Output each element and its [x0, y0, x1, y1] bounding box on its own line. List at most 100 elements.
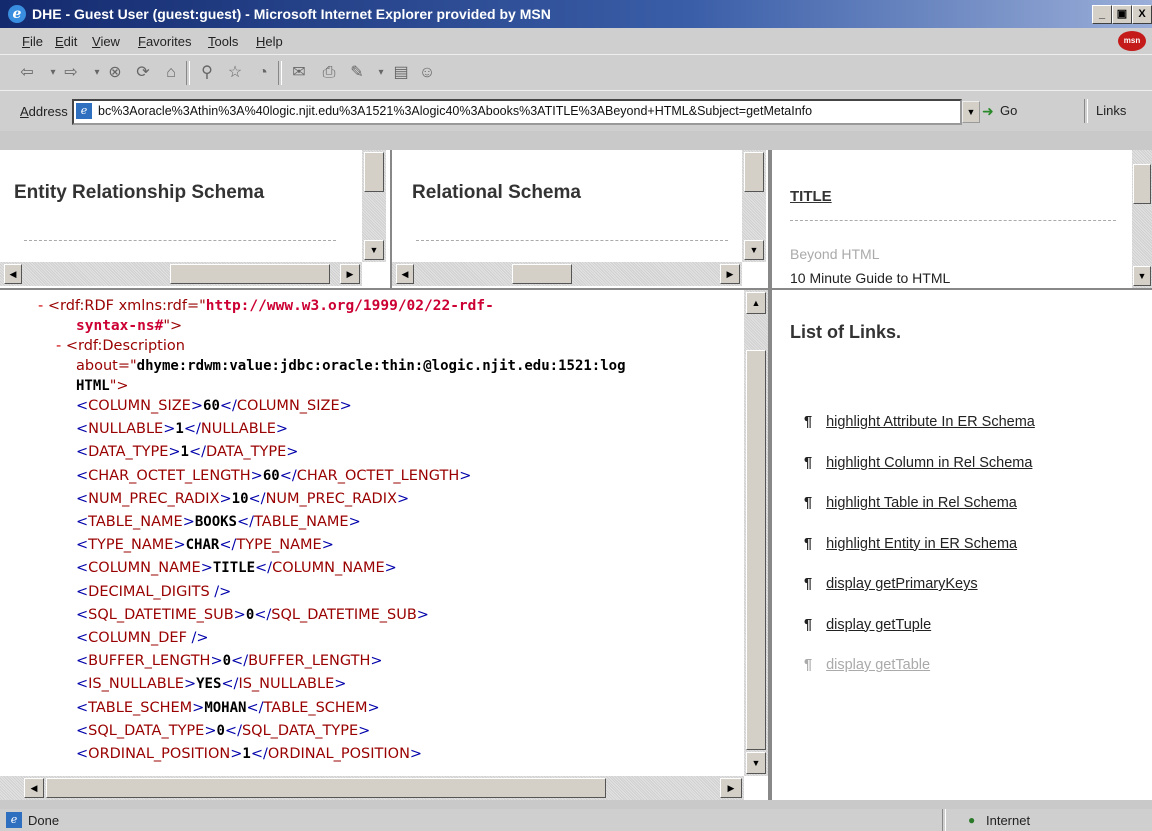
xml-bracket: </: [246, 699, 264, 716]
xml-bracket: </: [231, 653, 249, 670]
xml-bracket: >: [219, 490, 232, 507]
messenger-icon[interactable]: ☺: [416, 63, 438, 83]
scroll-down-button[interactable]: ▼: [746, 752, 766, 774]
scroll-up-button[interactable]: ▲: [746, 292, 766, 314]
xml-tag-name: DECIMAL_DIGITS: [88, 583, 210, 600]
scroll-left-button[interactable]: ◀: [24, 778, 44, 798]
link-text[interactable]: highlight Attribute In ER Schema: [826, 414, 1035, 430]
horizontal-scrollbar[interactable]: ◀ ▶: [392, 262, 742, 286]
xml-value: BOOKS: [194, 514, 237, 530]
link-text[interactable]: display getTable: [826, 657, 930, 673]
scroll-thumb[interactable]: [744, 152, 764, 192]
go-button[interactable]: Go: [1000, 103, 1017, 118]
forward-arrow-icon[interactable]: ⇨: [60, 63, 82, 83]
history-icon[interactable]: ◔: [252, 63, 274, 83]
address-url[interactable]: bc%3Aoracle%3Athin%3A%40logic.njit.edu%3…: [98, 104, 812, 118]
xml-bracket: <: [76, 444, 89, 461]
vertical-scrollbar[interactable]: ▼: [1132, 150, 1152, 288]
address-label: Address: [20, 104, 68, 119]
collapse-toggle[interactable]: -: [56, 338, 66, 354]
link-item[interactable]: ¶ highlight Table in Rel Schema: [804, 495, 1017, 511]
pilcrow-icon: ¶: [804, 576, 813, 592]
link-text[interactable]: highlight Entity in ER Schema: [826, 536, 1017, 552]
links-button[interactable]: Links: [1096, 103, 1126, 118]
address-input[interactable]: e bc%3Aoracle%3Athin%3A%40logic.njit.edu…: [72, 99, 962, 125]
data-value[interactable]: 10 Minute Guide to HTML: [790, 270, 950, 286]
security-zone: Internet: [986, 813, 1031, 828]
menu-tools[interactable]: Tools: [208, 34, 238, 49]
er-schema-frame: Entity Relationship Schema ▼ ◀ ▶: [0, 150, 392, 290]
scroll-thumb[interactable]: [170, 264, 330, 284]
print-icon[interactable]: ⎙: [318, 63, 340, 83]
menu-favorites[interactable]: Favorites: [138, 34, 191, 49]
xml-attr: about=": [76, 358, 137, 374]
home-icon[interactable]: ⌂: [160, 63, 182, 83]
collapse-toggle[interactable]: -: [38, 298, 48, 314]
menu-edit[interactable]: Edit: [55, 34, 77, 49]
link-item[interactable]: ¶ display getTable: [804, 657, 930, 673]
stop-icon[interactable]: ⊗: [104, 63, 126, 83]
pilcrow-icon: ¶: [804, 657, 813, 673]
favorites-icon[interactable]: ☆: [224, 63, 246, 83]
scroll-thumb[interactable]: [746, 350, 766, 750]
link-item[interactable]: ¶ highlight Entity in ER Schema: [804, 536, 1017, 552]
discuss-icon[interactable]: ▤: [390, 63, 412, 83]
minimize-button[interactable]: _: [1092, 5, 1112, 24]
links-panel-title: List of Links.: [790, 322, 902, 342]
scroll-thumb[interactable]: [364, 152, 384, 192]
xml-bracket: </: [221, 676, 239, 693]
menu-file[interactable]: File: [22, 34, 43, 49]
vertical-scrollbar[interactable]: ▼: [362, 150, 386, 262]
xml-value: 1: [180, 444, 189, 461]
address-dropdown-icon[interactable]: ▼: [962, 101, 980, 123]
xml-tag-name: TYPE_NAME: [236, 537, 322, 554]
refresh-icon[interactable]: ⟳: [132, 63, 154, 83]
menu-help[interactable]: Help: [256, 34, 283, 49]
scroll-thumb[interactable]: [512, 264, 572, 284]
link-text[interactable]: highlight Table in Rel Schema: [826, 495, 1017, 511]
xml-tag-name: NULLABLE: [88, 421, 164, 438]
horizontal-scrollbar[interactable]: ◀ ▶: [0, 776, 744, 800]
data-value[interactable]: Beyond HTML: [790, 246, 879, 262]
scroll-left-button[interactable]: ◀: [396, 264, 414, 284]
link-item[interactable]: ¶ highlight Attribute In ER Schema: [804, 414, 1035, 430]
back-arrow-icon[interactable]: ⇦: [16, 63, 38, 83]
scroll-down-button[interactable]: ▼: [1133, 266, 1151, 286]
edit-icon[interactable]: ✎: [346, 63, 368, 83]
pilcrow-icon: ¶: [804, 495, 813, 511]
scroll-right-button[interactable]: ▶: [720, 264, 740, 284]
mail-icon[interactable]: ✉: [288, 63, 310, 83]
xml-value: 0: [222, 653, 232, 670]
xml-bracket: <: [76, 699, 89, 716]
xml-bracket: >: [190, 398, 204, 414]
scroll-down-button[interactable]: ▼: [364, 240, 384, 260]
close-button[interactable]: X: [1132, 5, 1152, 24]
xml-tag-name: CHAR_OCTET_LENGTH: [88, 467, 251, 484]
xml-tag-name: SQL_DATETIME_SUB: [271, 606, 417, 623]
link-text[interactable]: display getPrimaryKeys: [826, 576, 978, 592]
link-item[interactable]: ¶ highlight Column in Rel Schema: [804, 455, 1032, 471]
xml-element-line: <COLUMN_SIZE>60</COLUMN_SIZE>: [76, 396, 352, 416]
maximize-button[interactable]: ▣: [1112, 5, 1132, 24]
scroll-thumb[interactable]: [1133, 164, 1151, 204]
vertical-scrollbar[interactable]: ▼: [742, 150, 766, 262]
vertical-scrollbar[interactable]: ▲ ▼: [744, 290, 768, 776]
xml-attr-value: dhyme:rdwm:value:jdbc:oracle:thin:@logic…: [136, 358, 626, 374]
horizontal-scrollbar[interactable]: ◀ ▶: [0, 262, 362, 286]
menu-view[interactable]: View: [92, 34, 120, 49]
menu-bar: File Edit View Favorites Tools Help msn: [0, 28, 1152, 54]
scroll-right-button[interactable]: ▶: [720, 778, 742, 798]
go-arrow-icon[interactable]: ➜: [982, 103, 994, 120]
xml-tag-name: COLUMN_NAME: [272, 560, 385, 577]
scroll-left-button[interactable]: ◀: [4, 264, 22, 284]
scroll-down-button[interactable]: ▼: [744, 240, 764, 260]
search-icon[interactable]: ⚲: [196, 63, 218, 83]
link-item[interactable]: ¶ display getPrimaryKeys: [804, 576, 978, 592]
edit-dropdown-icon[interactable]: ▾: [370, 63, 392, 83]
scroll-right-button[interactable]: ▶: [340, 264, 360, 284]
link-text[interactable]: display getTuple: [826, 617, 931, 633]
scroll-thumb[interactable]: [46, 778, 606, 798]
link-text[interactable]: highlight Column in Rel Schema: [826, 455, 1032, 471]
link-item[interactable]: ¶ display getTuple: [804, 617, 931, 633]
xml-tag-name: BUFFER_LENGTH: [248, 653, 371, 670]
